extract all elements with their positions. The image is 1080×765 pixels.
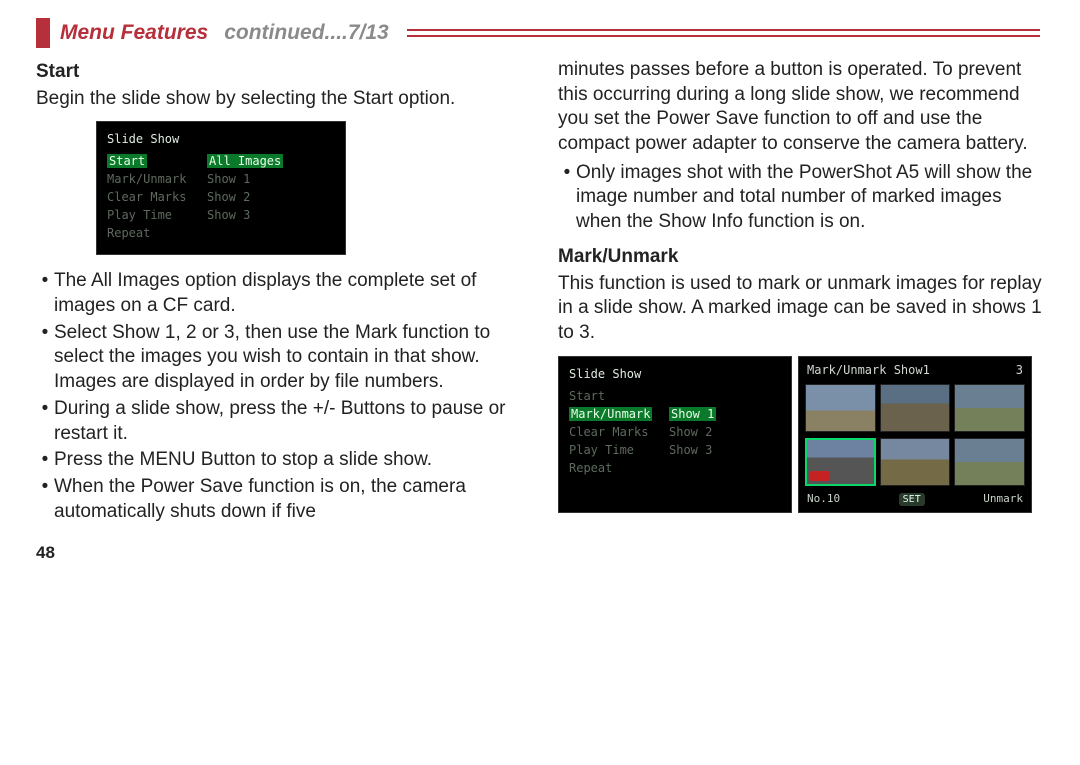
screen2-cell: Play Time bbox=[569, 441, 669, 459]
screen1-row: Play Time Show 3 bbox=[107, 206, 335, 224]
screen1-cell: Start bbox=[107, 154, 147, 168]
bullet-text: Press the MENU Button to stop a slide sh… bbox=[54, 448, 522, 473]
header-title: Menu Features bbox=[60, 21, 208, 45]
bullet-text: Select Show 1, 2 or 3, then use the Mark… bbox=[54, 321, 522, 395]
slide-show-screen-1: Slide Show Start All Images Mark/Unmark … bbox=[96, 121, 346, 255]
screen1-cell: Show 1 bbox=[207, 170, 335, 188]
screen1-row: Mark/Unmark Show 1 bbox=[107, 170, 335, 188]
screen3-title: Mark/Unmark Show1 bbox=[807, 363, 930, 379]
screen1-cell: Show 3 bbox=[207, 206, 335, 224]
page-number: 48 bbox=[36, 542, 522, 564]
bullet-text: During a slide show, press the +/- Butto… bbox=[54, 397, 522, 446]
header-accent-bar bbox=[36, 18, 50, 48]
bullet-dot: • bbox=[36, 475, 54, 524]
screen2-cell: Repeat bbox=[569, 459, 669, 477]
bullet-text: The All Images option displays the compl… bbox=[54, 269, 522, 318]
bullet-item: • Only images shot with the PowerShot A5… bbox=[558, 161, 1044, 235]
header-rule bbox=[407, 29, 1040, 37]
screen3-count: 3 bbox=[1016, 363, 1023, 379]
screen1-cell: Repeat bbox=[107, 224, 207, 242]
bullet-text: Only images shot with the PowerShot A5 w… bbox=[576, 161, 1044, 235]
start-intro: Begin the slide show by selecting the St… bbox=[36, 87, 522, 112]
mark-unmark-intro: This function is used to mark or unmark … bbox=[558, 272, 1044, 346]
bullet-text: When the Power Save function is on, the … bbox=[54, 475, 522, 524]
screen2-row: Play Time Show 3 bbox=[569, 441, 781, 459]
screen-pair: Slide Show Start Mark/Unmark Show 1 Clea… bbox=[558, 356, 1044, 514]
bullet-item: • Select Show 1, 2 or 3, then use the Ma… bbox=[36, 321, 522, 395]
left-column: Start Begin the slide show by selecting … bbox=[36, 58, 522, 564]
thumbnail-selected bbox=[805, 438, 876, 486]
manual-page: Menu Features continued....7/13 Start Be… bbox=[0, 0, 1080, 574]
bullet-item: • The All Images option displays the com… bbox=[36, 269, 522, 318]
screen3-footer: No.10 SET Unmark bbox=[805, 492, 1025, 506]
continuation-text: minutes passes before a button is operat… bbox=[558, 58, 1044, 157]
thumbnail bbox=[805, 384, 876, 432]
bullet-dot: • bbox=[558, 161, 576, 235]
content-columns: Start Begin the slide show by selecting … bbox=[36, 58, 1044, 564]
screen2-row: Mark/Unmark Show 1 bbox=[569, 405, 781, 423]
screen2-cell: Start bbox=[569, 387, 669, 405]
mark-unmark-thumbnail-screen: Mark/Unmark Show1 3 No.10 bbox=[798, 356, 1032, 514]
screen2-cell: Show 1 bbox=[669, 407, 716, 421]
right-column: minutes passes before a button is operat… bbox=[558, 58, 1044, 564]
thumbnail bbox=[954, 438, 1025, 486]
screen3-title-row: Mark/Unmark Show1 3 bbox=[805, 363, 1025, 379]
thumbnail bbox=[880, 384, 951, 432]
screen2-row: Clear Marks Show 2 bbox=[569, 423, 781, 441]
start-heading: Start bbox=[36, 60, 522, 85]
slide-show-screen-2: Slide Show Start Mark/Unmark Show 1 Clea… bbox=[558, 356, 792, 514]
screen1-cell: All Images bbox=[207, 154, 283, 168]
screen3-image-number: No.10 bbox=[807, 492, 840, 506]
bullet-dot: • bbox=[36, 448, 54, 473]
screen2-cell: Mark/Unmark bbox=[569, 407, 652, 421]
bullet-dot: • bbox=[36, 321, 54, 395]
screen1-cell: Clear Marks bbox=[107, 188, 207, 206]
bullet-item: • During a slide show, press the +/- But… bbox=[36, 397, 522, 446]
screen2-cell: Show 2 bbox=[669, 423, 781, 441]
screen1-row: Start All Images bbox=[107, 152, 335, 170]
thumbnail bbox=[880, 438, 951, 486]
screen1-row: Repeat bbox=[107, 224, 335, 242]
screen2-cell: Show 3 bbox=[669, 441, 781, 459]
bullet-item: • When the Power Save function is on, th… bbox=[36, 475, 522, 524]
set-button-icon: SET bbox=[899, 493, 925, 506]
screen2-cell: Clear Marks bbox=[569, 423, 669, 441]
bullet-dot: • bbox=[36, 397, 54, 446]
screen1-cell: Show 2 bbox=[207, 188, 335, 206]
screen1-cell: Mark/Unmark bbox=[107, 170, 207, 188]
thumbnail-row bbox=[805, 438, 1025, 486]
bullet-item: • Press the MENU Button to stop a slide … bbox=[36, 448, 522, 473]
screen3-unmark-label: Unmark bbox=[983, 492, 1023, 506]
screen1-cell: Play Time bbox=[107, 206, 207, 224]
screen2-row: Repeat bbox=[569, 459, 781, 477]
mark-unmark-heading: Mark/Unmark bbox=[558, 245, 1044, 270]
screen2-title: Slide Show bbox=[569, 365, 781, 383]
page-header: Menu Features continued....7/13 bbox=[36, 18, 1044, 48]
thumbnail-row bbox=[805, 384, 1025, 432]
screen1-title: Slide Show bbox=[107, 130, 335, 148]
bullet-dot: • bbox=[36, 269, 54, 318]
screen2-row: Start bbox=[569, 387, 781, 405]
screen1-row: Clear Marks Show 2 bbox=[107, 188, 335, 206]
thumbnail bbox=[954, 384, 1025, 432]
header-subtitle: continued....7/13 bbox=[224, 21, 389, 45]
